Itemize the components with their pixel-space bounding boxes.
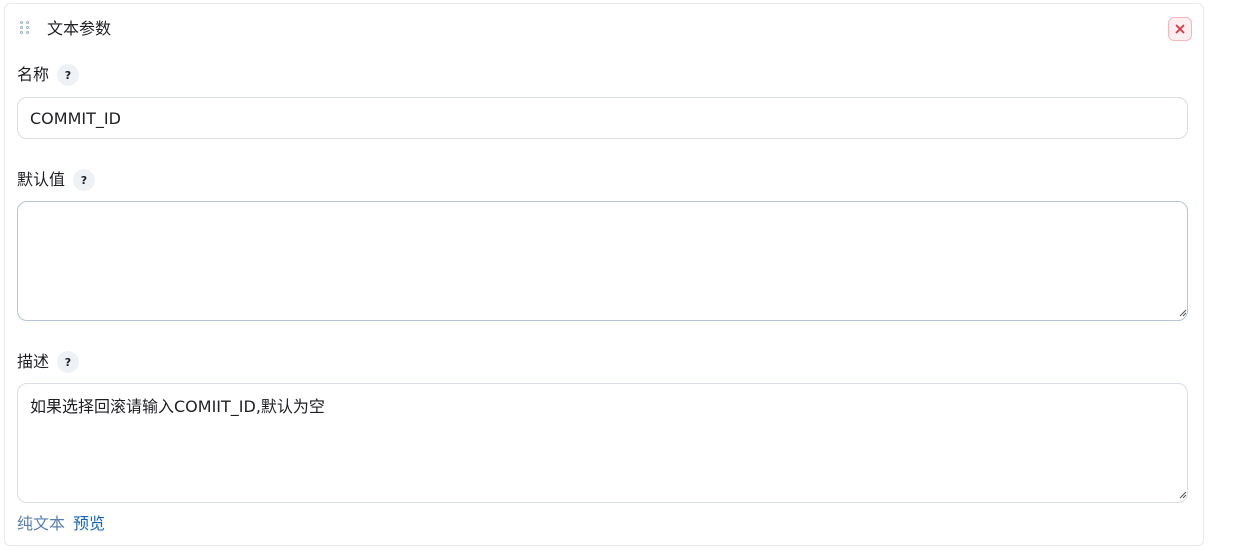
text-parameter-card: 文本参数 名称 ? 默认值 ? 描述 ? 如果选择回滚请输入COMIIT_ID,… [4,3,1204,546]
description-help-icon[interactable]: ? [57,351,79,373]
resize-grip-icon[interactable] [1179,491,1187,499]
description-label: 描述 [17,352,50,371]
name-help-icon[interactable]: ? [57,64,79,86]
close-icon [1175,24,1185,34]
resize-grip-icon[interactable] [1179,309,1187,317]
description-textarea[interactable]: 如果选择回滚请输入COMIIT_ID,默认为空 [17,383,1188,503]
close-button[interactable] [1168,17,1192,41]
name-input[interactable] [17,97,1188,139]
preview-link[interactable]: 预览 [73,513,105,535]
name-label: 名称 [17,65,50,84]
card-title: 文本参数 [47,19,112,38]
card-header: 文本参数 [5,4,1203,54]
default-value-textarea[interactable] [17,201,1188,321]
default-value-help-icon[interactable]: ? [73,169,95,191]
default-value-label: 默认值 [17,170,66,189]
drag-handle-icon[interactable] [20,21,30,37]
plain-text-link[interactable]: 纯文本 [17,513,65,535]
